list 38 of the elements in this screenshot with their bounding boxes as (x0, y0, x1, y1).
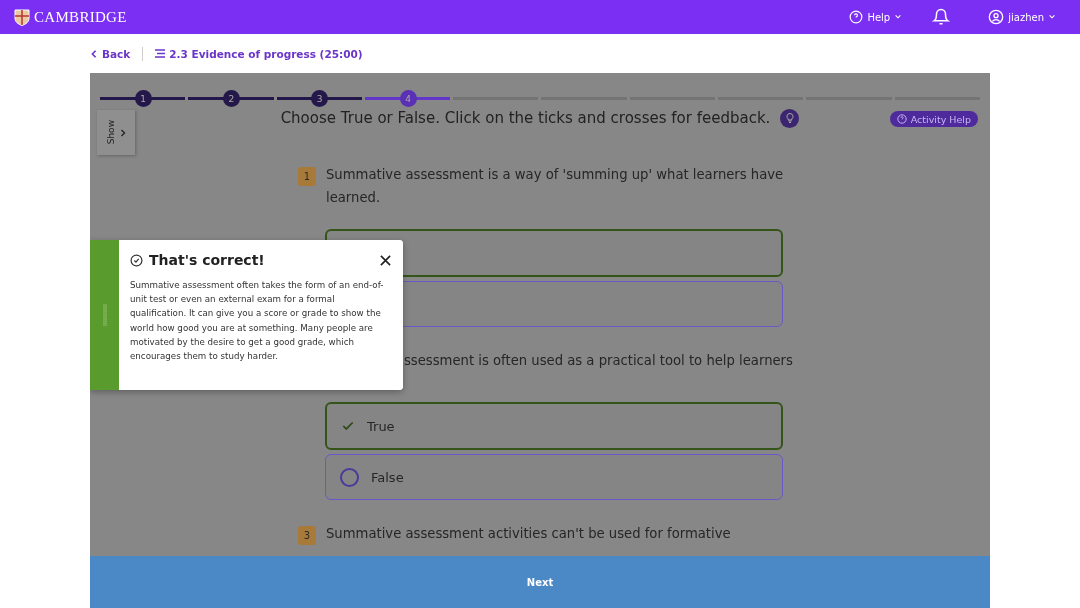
activity-help-button[interactable]: Activity Help (889, 111, 978, 127)
question-text: ssessment is often used as a practical tool to help learners (404, 352, 793, 370)
brand-logo[interactable]: CAMBRIDGE (34, 8, 127, 26)
question-text: Summative assessment activities can't be used for formative (326, 525, 731, 543)
drag-handle[interactable] (90, 240, 119, 390)
help-icon (849, 10, 864, 24)
user-menu[interactable]: jiazhen (988, 9, 1056, 25)
back-link[interactable]: Back (90, 47, 131, 60)
help-icon (896, 114, 907, 124)
answer-option[interactable]: False (325, 454, 783, 500)
step-number[interactable]: 3 (311, 90, 329, 107)
answer-option[interactable]: True (325, 402, 783, 450)
question-number: 3 (298, 526, 316, 545)
chevron-left-icon (90, 49, 98, 58)
question-text: Summative assessment is a way of 'summing up' what learners have learned. (326, 166, 785, 207)
chevron-right-icon (120, 128, 126, 137)
notification-bell-icon[interactable] (932, 8, 951, 26)
feedback-text: Summative assessment often takes the form of an end-of-unit test or even an external exam for a formal qualification. It can give you a score or grade to show the world how good you are at something. Many people are motivated by the desire to get a good grade, which encourages them to study harder. (130, 279, 385, 363)
show-tab[interactable]: Show (97, 110, 135, 155)
close-button[interactable] (380, 254, 391, 266)
step-number[interactable]: 2 (222, 90, 240, 107)
chevron-down-icon (1048, 13, 1056, 21)
check-circle-icon (130, 253, 143, 267)
help-menu[interactable]: Help (849, 10, 903, 24)
step-number[interactable]: 1 (134, 90, 152, 107)
next-button[interactable]: Next (90, 556, 990, 608)
instruction-text: Choose True or False. Click on the ticks and crosses for feedback. (280, 109, 771, 127)
step-number[interactable]: 4 (399, 90, 417, 107)
lightbulb-icon[interactable] (780, 108, 800, 128)
chevron-down-icon (894, 13, 903, 21)
question-number: 1 (298, 167, 316, 186)
user-icon (988, 9, 1005, 25)
lesson-title-link[interactable]: 2.3 Evidence of progress (25:00) (155, 47, 363, 60)
list-icon (155, 49, 166, 58)
radio-icon (340, 467, 359, 487)
feedback-title: That's correct! (149, 252, 265, 268)
crest-icon (14, 8, 30, 26)
tick-icon (341, 419, 355, 433)
